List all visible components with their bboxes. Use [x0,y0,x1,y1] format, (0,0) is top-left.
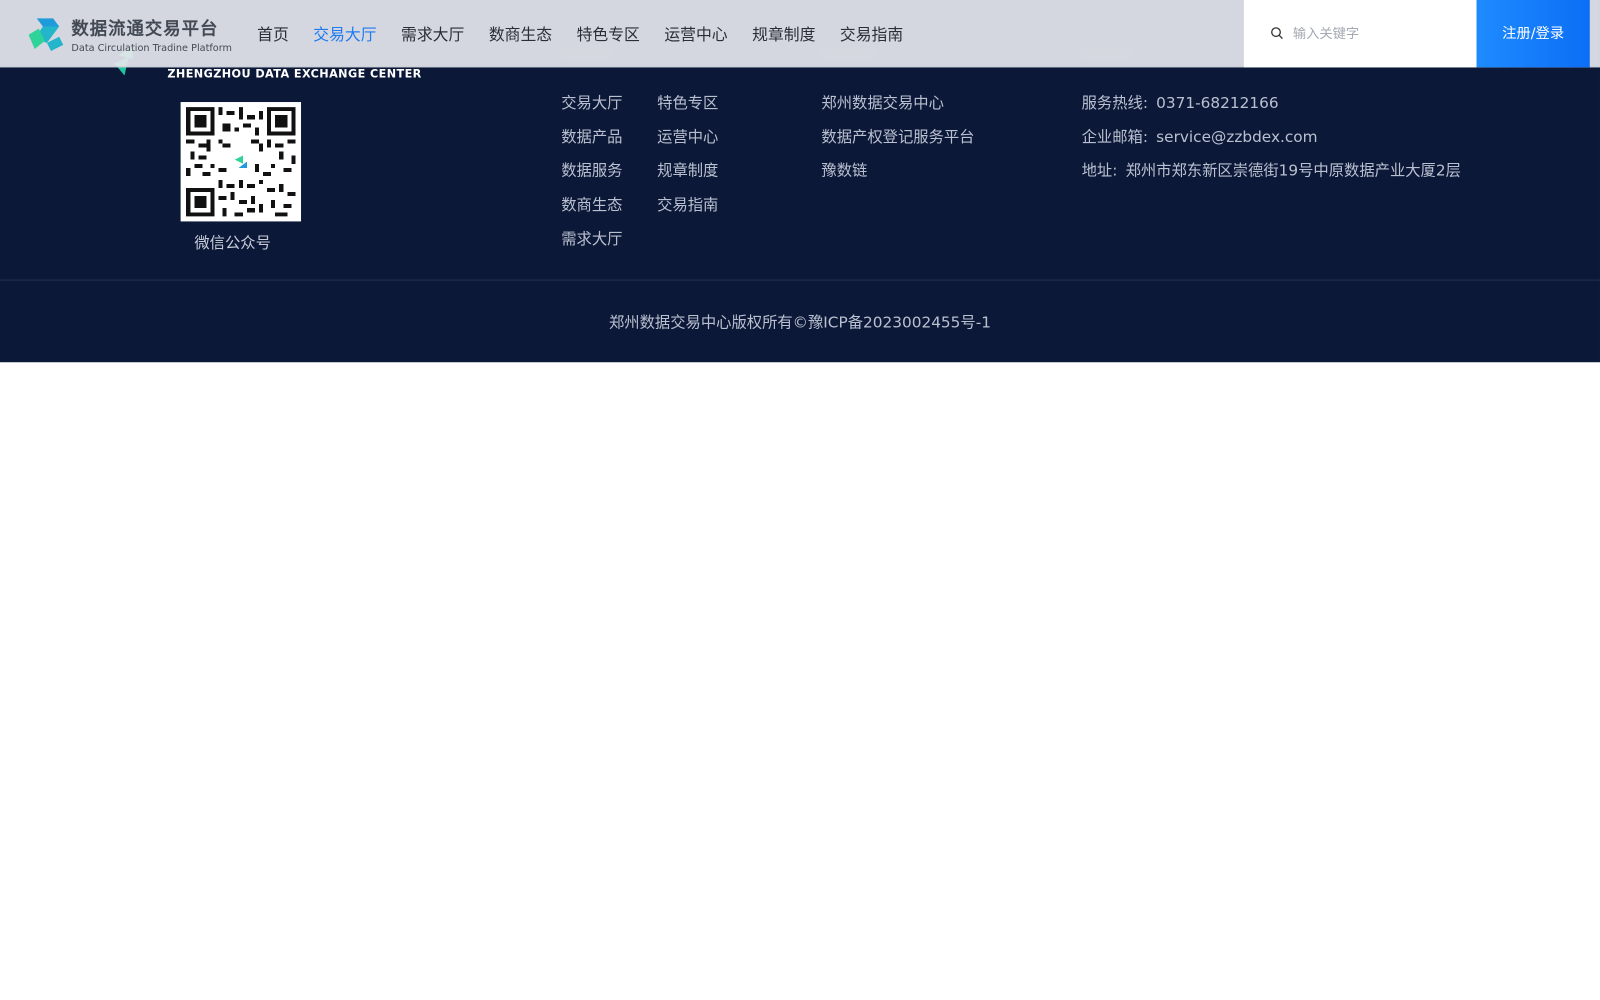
brand-name-cn: 数据流通交易平台 [71,19,219,40]
address-value: 郑州市郑东新区崇德街19号中原数据产业大厦2层 [1125,161,1461,180]
top-navigation-bar: 数据流通交易平台 Data Circulation Tradine Platfo… [0,0,1600,68]
email-value[interactable]: service@zzbdex.com [1156,128,1317,146]
nav-operations-center[interactable]: 运营中心 [664,22,727,44]
footer-link-property-registration[interactable]: 数据产权登记服务平台 [821,126,974,147]
footer-link-trading-guide[interactable]: 交易指南 [657,194,718,215]
contact-hotline: 服务热线: 0371-68212166 [1082,92,1279,113]
register-login-button[interactable]: 注册/登录 [1476,0,1590,68]
search-input[interactable] [1292,20,1467,47]
footer-link-data-services[interactable]: 数据服务 [561,159,622,180]
email-label: 企业邮箱: [1081,127,1149,146]
footer-link-yushulian[interactable]: 豫数链 [821,159,867,180]
footer-link-demand-hall[interactable]: 需求大厅 [561,228,622,249]
contact-address: 地址: 郑州市郑东新区崇德街19号中原数据产业大厦2层 [1082,159,1461,180]
copyright-text[interactable]: 郑州数据交易中心版权所有©豫ICP备2023002455号-1 [0,311,1600,332]
footer-link-data-products[interactable]: 数据产品 [561,126,622,147]
nav-regulations[interactable]: 规章制度 [752,22,815,44]
wechat-qr-code [180,102,302,222]
footer-link-trading-hall[interactable]: 交易大厅 [561,92,622,113]
footer-link-regulations[interactable]: 规章制度 [657,159,718,180]
search-icon[interactable] [1270,27,1283,40]
footer-logo-english: ZHENGZHOU DATA EXCHANGE CENTER [167,67,422,81]
brand-logo-mark-icon [28,18,64,52]
search-box [1243,0,1477,68]
footer-divider [0,279,1600,281]
brand-logo[interactable]: 数据流通交易平台 Data Circulation Tradine Platfo… [28,12,233,57]
qr-caption: 微信公众号 [194,233,271,253]
footer-link-zhengzhou-exchange[interactable]: 郑州数据交易中心 [821,92,943,113]
nav-demand-hall[interactable]: 需求大厅 [401,22,464,44]
footer-link-operations-center[interactable]: 运营中心 [657,126,718,147]
contact-email: 企业邮箱: service@zzbdex.com [1082,126,1318,147]
hotline-label: 服务热线: [1081,93,1149,113]
address-label: 地址: [1081,161,1118,180]
qr-code-icon [186,107,296,217]
nav-trading-hall[interactable]: 交易大厅 [313,22,376,44]
footer-link-ecosystem[interactable]: 数商生态 [561,194,622,215]
nav-trading-guide[interactable]: 交易指南 [840,22,903,44]
brand-name-en: Data Circulation Tradine Platform [71,42,232,55]
footer-link-featured-zone[interactable]: 特色专区 [657,92,718,113]
hotline-value: 0371-68212166 [1156,93,1279,113]
nav-featured-zone[interactable]: 特色专区 [577,22,640,44]
nav-ecosystem[interactable]: 数商生态 [489,22,552,44]
main-nav: 首页 交易大厅 需求大厅 数商生态 特色专区 运营中心 规章制度 交易指南 [257,22,928,44]
nav-home[interactable]: 首页 [257,22,289,44]
